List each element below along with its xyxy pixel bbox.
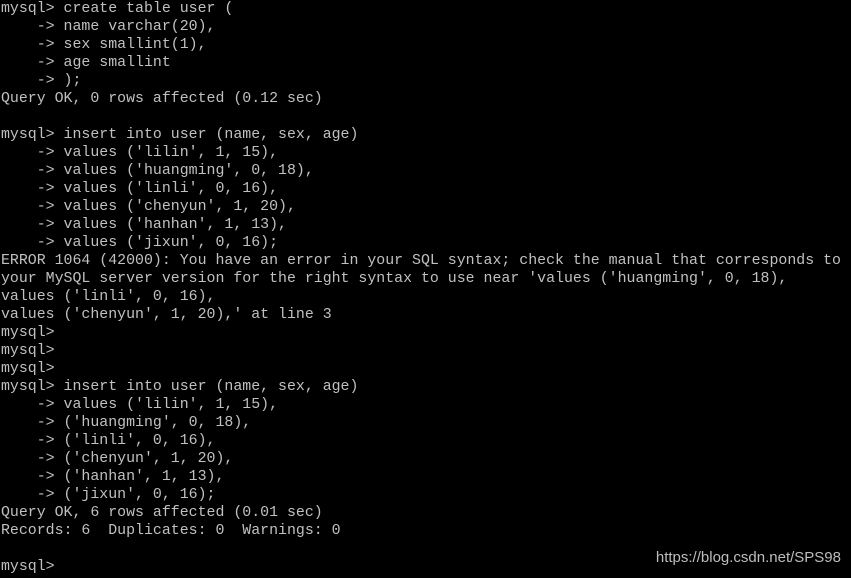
terminal-line: Query OK, 0 rows affected (0.12 sec) [1,91,323,107]
terminal-line: mysql> create table user ( [1,1,234,17]
terminal-line: ERROR 1064 (42000): You have an error in… [1,253,841,269]
terminal-output[interactable]: mysql> create table user ( -> name varch… [1,0,841,576]
terminal-line: your MySQL server version for the right … [1,271,788,287]
terminal-line: -> age smallint [1,55,171,71]
terminal-line: -> values ('lilin', 1, 15), [1,145,279,161]
terminal-line: Query OK, 6 rows affected (0.01 sec) [1,505,323,521]
watermark: https://blog.csdn.net/SPS98 [655,549,841,566]
terminal-line: mysql> insert into user (name, sex, age) [1,379,359,395]
terminal-line: values ('linli', 0, 16), [1,289,216,305]
terminal-line: values ('chenyun', 1, 20),' at line 3 [1,307,332,323]
terminal-line: Records: 6 Duplicates: 0 Warnings: 0 [1,523,341,539]
terminal-line: -> ('hanhan', 1, 13), [1,469,225,485]
terminal-line: -> sex smallint(1), [1,37,207,53]
terminal-line: -> values ('lilin', 1, 15), [1,397,279,413]
terminal-line: -> values ('huangming', 0, 18), [1,163,314,179]
terminal-line: -> values ('jixun', 0, 16); [1,235,279,251]
terminal-line: -> values ('hanhan', 1, 13), [1,217,287,233]
terminal-line: mysql> insert into user (name, sex, age) [1,127,359,143]
terminal-line: -> ('chenyun', 1, 20), [1,451,234,467]
terminal-line: mysql> [1,361,55,377]
terminal-line: mysql> [1,343,55,359]
terminal-line: -> ('jixun', 0, 16); [1,487,216,503]
terminal-line: -> values ('chenyun', 1, 20), [1,199,296,215]
terminal-line: -> ('linli', 0, 16), [1,433,216,449]
terminal-line: -> ('huangming', 0, 18), [1,415,252,431]
terminal-line: -> values ('linli', 0, 16), [1,181,279,197]
terminal-line: -> name varchar(20), [1,19,216,35]
terminal-line: mysql> [1,325,55,341]
terminal-line: -> ); [1,73,82,89]
